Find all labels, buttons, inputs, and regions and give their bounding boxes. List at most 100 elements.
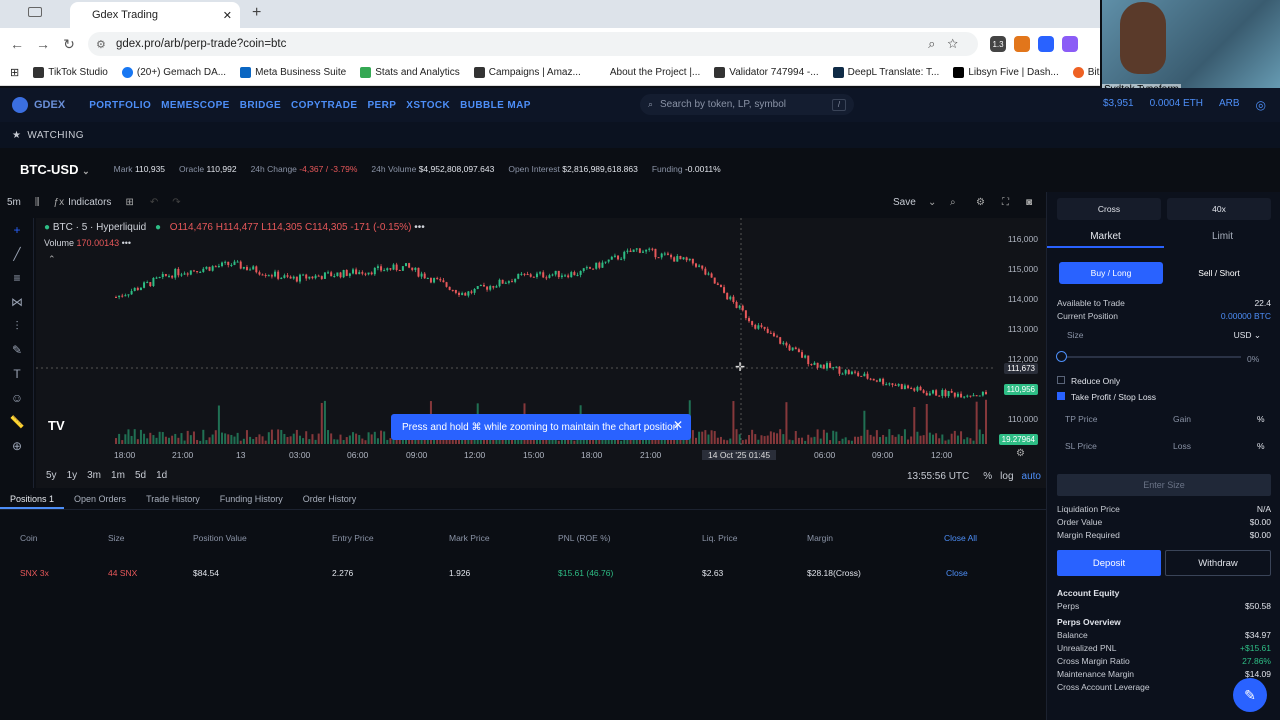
cross-margin-button[interactable]: Cross [1057, 198, 1161, 220]
bookmark[interactable]: Libsyn Five | Dash... [953, 67, 1059, 78]
bookmark[interactable]: About the Project |... [594, 67, 700, 78]
close-tab-icon[interactable]: ✕ [223, 9, 232, 22]
leverage-button[interactable]: 40x [1167, 198, 1271, 220]
tp-price-input[interactable]: TP Price Gain% [1057, 414, 1271, 424]
search-icon[interactable]: ⌕ [950, 197, 956, 208]
extension-icon[interactable] [1062, 36, 1078, 52]
extension-icon[interactable] [1038, 36, 1054, 52]
indicators-button[interactable]: Indicators [68, 197, 111, 208]
range-1m[interactable]: 1m [111, 470, 125, 481]
trendline-icon[interactable]: ╱ [0, 242, 34, 266]
bookmark[interactable]: Campaigns | Amaz... [473, 67, 581, 78]
extension-badge-icon[interactable]: 1.3 [990, 36, 1006, 52]
reduce-only-checkbox[interactable]: Reduce Only [1057, 376, 1271, 386]
size-input[interactable]: Size USD ⌄ [1057, 330, 1271, 341]
back-icon[interactable]: ← [4, 36, 30, 52]
bookmark[interactable]: Bitly | Links [1072, 67, 1100, 78]
size-slider[interactable] [1056, 351, 1241, 362]
gdex-logo[interactable]: GDEX [12, 97, 65, 113]
camera-icon[interactable]: ◙ [1026, 197, 1032, 208]
tpsl-checkbox[interactable]: Take Profit / Stop Loss [1057, 392, 1271, 402]
sell-short-button[interactable]: Sell / Short [1167, 262, 1271, 284]
gain-input[interactable]: Gain [1173, 414, 1257, 424]
tab-limit[interactable]: Limit [1164, 228, 1280, 248]
metamask-icon[interactable] [1014, 36, 1030, 52]
auto-toggle[interactable]: auto [1022, 471, 1041, 482]
save-button[interactable]: Save [893, 197, 916, 208]
undo-icon[interactable]: ↶ [150, 197, 158, 208]
forward-icon[interactable]: → [30, 36, 56, 52]
range-5d[interactable]: 5d [135, 470, 146, 481]
network-selector[interactable]: ARB [1219, 98, 1240, 112]
window-icon[interactable] [28, 7, 42, 17]
price-chart[interactable]: ● BTC · 5 · Hyperliquid ● O114,476 H114,… [36, 218, 1046, 488]
wallet-eth[interactable]: 0.0004 ETH [1150, 98, 1203, 112]
percent-toggle[interactable]: % [983, 471, 992, 482]
chart-canvas[interactable] [36, 218, 1046, 488]
size-unit-selector[interactable]: USD ⌄ [1234, 330, 1261, 341]
candle-type-icon[interactable]: ⫼ [35, 197, 40, 208]
emoji-icon[interactable]: ☺ [0, 386, 34, 410]
indicators-icon[interactable]: ƒx [54, 197, 65, 208]
apps-grid-icon[interactable]: ⊞ [10, 66, 19, 79]
sl-price-input[interactable]: SL Price Loss% [1057, 441, 1271, 451]
bookmark[interactable]: Stats and Analytics [360, 67, 460, 78]
nav-bridge[interactable]: BRIDGE [240, 100, 281, 111]
tab-market[interactable]: Market [1047, 228, 1164, 248]
zoom-bookmark-icons[interactable]: ⌕☆ [928, 36, 970, 52]
range-1y[interactable]: 1y [67, 470, 78, 481]
layouts-icon[interactable]: ⊞ [125, 197, 133, 208]
site-info-icon[interactable]: ⚙ [96, 38, 106, 51]
save-chevron-icon[interactable]: ⌄ [928, 197, 936, 208]
interval-selector[interactable]: 5m [7, 197, 21, 208]
slider-handle[interactable] [1056, 351, 1067, 362]
nav-perp[interactable]: PERP [367, 100, 396, 111]
log-toggle[interactable]: log [1000, 471, 1013, 482]
nav-bubble-map[interactable]: BUBBLE MAP [460, 100, 531, 111]
collapse-legend-icon[interactable]: ⌃ [48, 254, 56, 265]
redo-icon[interactable]: ↷ [172, 197, 180, 208]
cell-coin[interactable]: SNX 3x [20, 568, 49, 578]
text-icon[interactable]: T [0, 362, 34, 386]
browser-tab-active[interactable]: Gdex Trading ✕ [70, 2, 240, 28]
settings-icon[interactable]: ⚙ [976, 197, 985, 208]
nav-xstock[interactable]: XSTOCK [406, 100, 450, 111]
range-3m[interactable]: 3m [87, 470, 101, 481]
close-position-button[interactable]: Close [946, 568, 968, 578]
enter-size-button[interactable]: Enter Size [1057, 474, 1271, 496]
bookmark[interactable]: Meta Business Suite [240, 67, 346, 78]
deposit-button[interactable]: Deposit [1057, 550, 1161, 576]
tab-trade-history[interactable]: Trade History [136, 490, 210, 509]
brush-icon[interactable]: ✎ [0, 338, 34, 362]
wallet-usd[interactable]: $3,951 [1103, 98, 1134, 112]
close-all-button[interactable]: Close All [944, 533, 977, 543]
token-search-input[interactable]: ⌕ Search by token, LP, symbol / [640, 94, 854, 115]
crosshair-icon[interactable]: + [0, 218, 34, 242]
nav-portfolio[interactable]: PORTFOLIO [89, 100, 151, 111]
tab-positions[interactable]: Positions 1 [0, 490, 65, 509]
ruler-icon[interactable]: 📏 [0, 410, 34, 434]
withdraw-button[interactable]: Withdraw [1165, 550, 1271, 576]
new-tab-icon[interactable]: + [252, 4, 261, 22]
url-field[interactable]: ⚙ gdex.pro/arb/perp-trade?coin=btc ⌕☆ [88, 32, 978, 56]
bookmark[interactable]: Validator 747994 -... [714, 67, 819, 78]
projection-icon[interactable]: ⫶ [0, 314, 34, 338]
tab-open-orders[interactable]: Open Orders [64, 490, 136, 509]
zoom-icon[interactable]: ⊕ [0, 434, 34, 458]
legend-more-icon[interactable]: ••• [414, 222, 425, 233]
nav-copytrade[interactable]: COPYTRADE [291, 100, 357, 111]
range-1d[interactable]: 1d [156, 470, 167, 481]
bookmark[interactable]: TikTok Studio [33, 67, 108, 78]
volume-more-icon[interactable]: ••• [122, 238, 131, 248]
pattern-icon[interactable]: ⋈ [0, 290, 34, 314]
tradingview-logo-icon[interactable]: TV [48, 418, 65, 433]
tab-order-history[interactable]: Order History [293, 490, 367, 509]
chart-settings-icon[interactable]: ⚙ [1016, 448, 1025, 459]
fullscreen-icon[interactable]: ⛶ [1002, 197, 1009, 208]
tab-funding-history[interactable]: Funding History [210, 490, 293, 509]
chat-support-button[interactable]: ✎ [1233, 678, 1267, 712]
bookmark[interactable]: (20+) Gemach DA... [121, 67, 226, 78]
nav-memescope[interactable]: MEMESCOPE [161, 100, 230, 111]
reload-icon[interactable]: ↻ [56, 36, 82, 53]
star-icon[interactable]: ★ [12, 130, 21, 141]
